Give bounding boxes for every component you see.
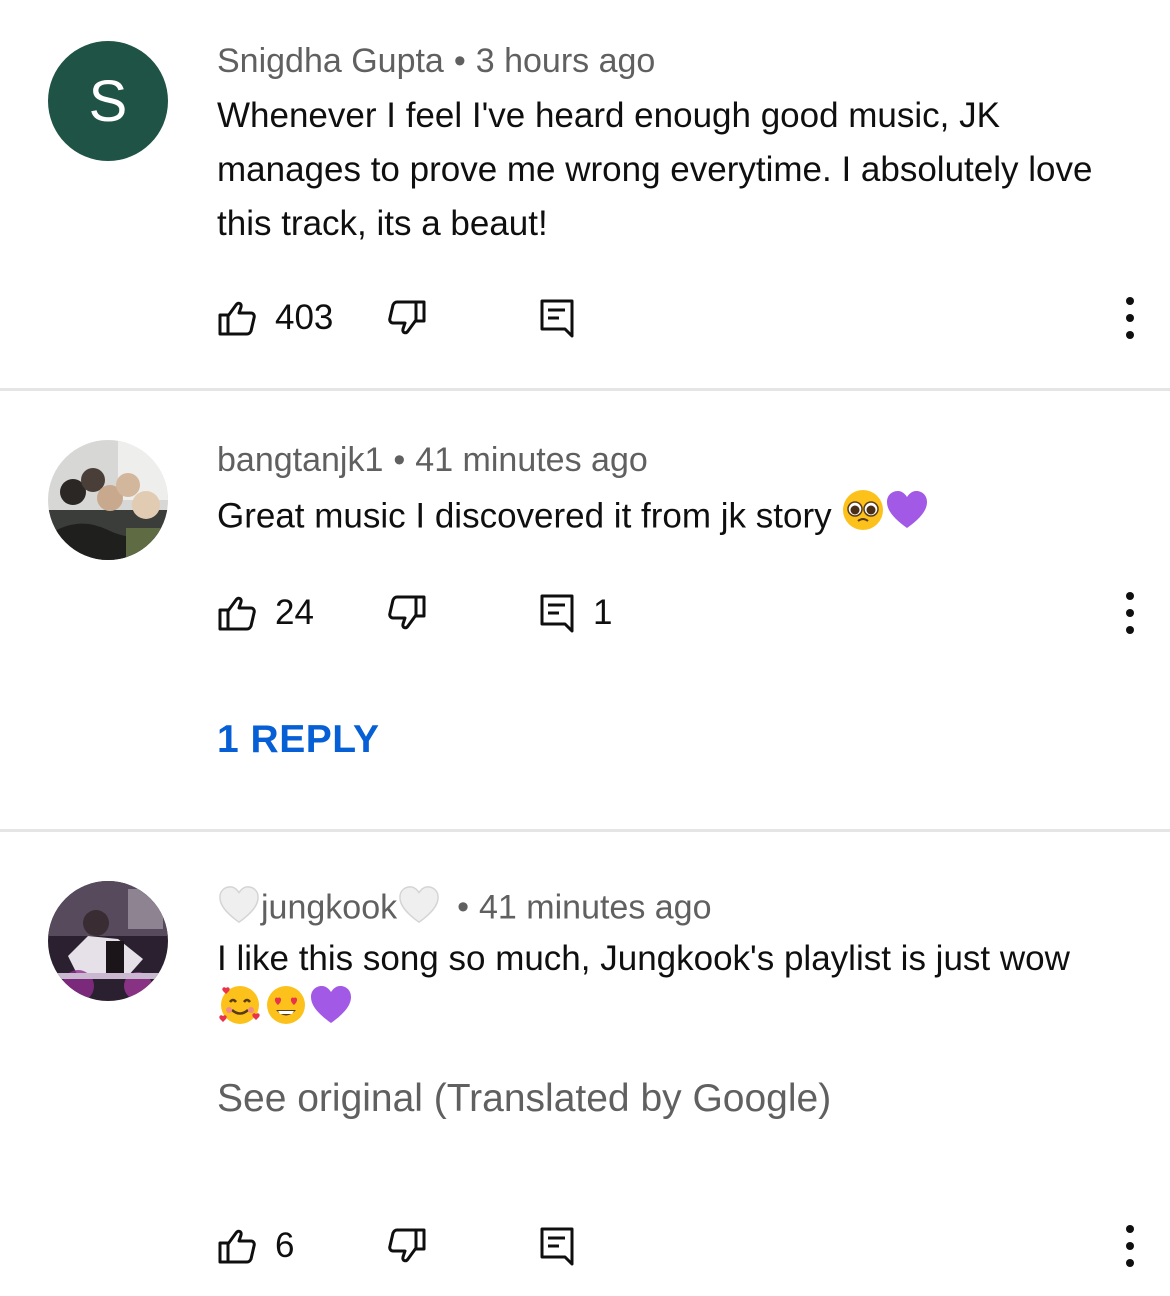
more-vert-icon [1126,297,1134,339]
thumbs-up-icon [218,301,256,336]
thumbs-down-icon [388,1228,426,1263]
author-name[interactable]: Snigdha Gupta [217,42,444,80]
comment-body: Whenever I feel I've heard enough good m… [217,96,1093,243]
comment-icon [540,594,574,633]
purple-heart-emoji [309,983,353,1040]
thumbs-down-icon [388,595,426,630]
like-count: 6 [275,1226,295,1265]
like-count: 403 [275,298,334,337]
comment-3: jungkook • 41 minutes ago I like this son… [0,832,1170,1296]
more-options-button[interactable] [1123,1216,1137,1276]
comment-body: Great music I discovered it from jk stor… [217,496,832,536]
reply-count: 1 [593,593,613,632]
author-name[interactable]: jungkook [261,888,397,926]
comment-body: I like this song so much, Jungkook's pla… [217,939,1070,978]
see-original-link[interactable]: See original (Translated by Google) [217,1077,831,1121]
comment-icon [540,1227,574,1266]
comment-meta: jungkook • 41 minutes ago [217,884,712,935]
thumbs-up-icon [218,596,256,631]
white-heart-emoji [397,884,441,935]
reply-button[interactable] [539,288,593,348]
avatar[interactable] [48,440,168,560]
reply-button[interactable] [539,1216,593,1276]
like-button[interactable]: 24 [217,583,314,643]
avatar-letter: S [88,68,128,134]
comment-1: S Snigdha Gupta • 3 hours ago Whenever I f… [0,0,1170,390]
comment-icon [540,299,574,338]
author-name[interactable]: bangtanjk1 [217,441,383,479]
heart-eyes-emoji [263,983,309,1040]
timestamp: 3 hours ago [475,42,656,80]
like-count: 24 [275,593,314,632]
comment-actions: 24 1 [217,583,1137,643]
like-button[interactable]: 403 [217,288,333,348]
comment-text: Whenever I feel I've heard enough good m… [217,89,1127,251]
dislike-button[interactable] [387,1216,427,1276]
avatar[interactable]: S [48,41,168,161]
dislike-button[interactable] [387,583,427,643]
more-vert-icon [1126,1225,1134,1267]
comment-2: bangtanjk1 • 41 minutes ago Great music I … [0,391,1170,829]
timestamp: 41 minutes ago [415,441,648,479]
smiling-face-with-hearts-emoji [217,983,263,1040]
comment-text: I like this song so much, Jungkook's pla… [217,935,1127,1040]
avatar-photo-group [48,440,168,560]
more-vert-icon [1126,592,1134,634]
comment-meta: Snigdha Gupta • 3 hours ago [217,42,656,80]
comment-text: Great music I discovered it from jk stor… [217,488,1127,548]
more-options-button[interactable] [1123,288,1137,348]
thumbs-down-icon [388,300,426,335]
dislike-button[interactable] [387,288,427,348]
reply-button[interactable]: 1 [539,583,612,643]
pleading-face-emoji [841,488,885,548]
white-heart-emoji [217,884,261,935]
avatar[interactable] [48,881,168,1001]
like-button[interactable]: 6 [217,1216,294,1276]
thumbs-up-icon [218,1229,256,1264]
view-replies-link[interactable]: 1 REPLY [217,718,379,762]
more-options-button[interactable] [1123,583,1137,643]
timestamp: 41 minutes ago [479,888,712,927]
comment-meta: bangtanjk1 • 41 minutes ago [217,441,648,479]
purple-heart-emoji [885,488,929,548]
comment-actions: 6 [217,1216,1137,1276]
avatar-photo-concert [48,881,168,1001]
comment-actions: 403 [217,288,1137,348]
